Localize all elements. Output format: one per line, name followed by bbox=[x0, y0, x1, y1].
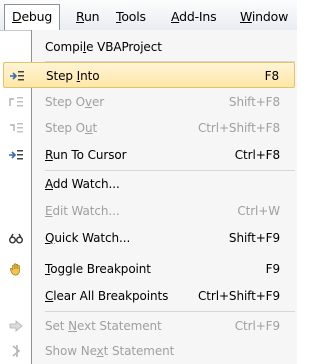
step-out-mnemonic: u bbox=[84, 121, 93, 135]
show-next-statement-icon bbox=[0, 338, 31, 364]
menu-tools[interactable]: Tools bbox=[116, 7, 146, 26]
menu-debug-post: ebug bbox=[21, 9, 53, 24]
run-to-cursor-icon bbox=[0, 142, 31, 168]
step-into-shortcut: F8 bbox=[264, 69, 279, 83]
menu-run-mnemonic: R bbox=[76, 9, 84, 24]
show-next-statement-post: t Statement bbox=[103, 344, 175, 358]
quick-watch-mnemonic: Q bbox=[45, 231, 55, 245]
compile-pre: Compi bbox=[45, 40, 83, 54]
menu-window-mnemonic: W bbox=[240, 9, 252, 24]
menu-item-set-next-statement[interactable]: Set Next Statement Ctrl+F9 bbox=[0, 313, 297, 339]
menu-add-ins[interactable]: Add-Ins bbox=[171, 7, 217, 26]
clear-all-breakpoints-post: lear All Breakpoints bbox=[53, 289, 169, 303]
step-over-label: Step Over bbox=[45, 89, 104, 115]
menu-bar: Debug Run Tools Add-Ins Window bbox=[0, 0, 297, 31]
menu-tools-post: ools bbox=[121, 9, 146, 24]
menu-item-edit-watch[interactable]: Edit Watch... Ctrl+W bbox=[0, 198, 297, 224]
menu-item-quick-watch[interactable]: Quick Watch... Shift+F9 bbox=[0, 225, 297, 251]
menu-item-toggle-breakpoint[interactable]: Toggle Breakpoint F9 bbox=[0, 256, 297, 282]
step-into-icon bbox=[1, 63, 32, 89]
step-over-post: er bbox=[92, 95, 105, 109]
separator bbox=[45, 311, 295, 312]
step-out-label: Step Out bbox=[45, 115, 97, 141]
compile-post: e VBAProject bbox=[86, 40, 162, 54]
clear-all-breakpoints-shortcut: Ctrl+Shift+F9 bbox=[198, 289, 280, 303]
toggle-breakpoint-icon bbox=[0, 256, 31, 282]
set-next-statement-post: ext Statement bbox=[77, 319, 162, 333]
step-out-post: t bbox=[92, 121, 98, 135]
menu-item-step-over[interactable]: Step Over Shift+F8 bbox=[0, 89, 297, 115]
set-next-statement-pre: Set bbox=[45, 319, 69, 333]
run-to-cursor-shortcut: Ctrl+F8 bbox=[234, 148, 280, 162]
menu-item-step-into[interactable]: Step Into F8 bbox=[3, 62, 295, 88]
menu-item-run-to-cursor[interactable]: Run To Cursor Ctrl+F8 bbox=[0, 142, 297, 168]
menu-run[interactable]: Run bbox=[76, 7, 100, 26]
show-next-statement-mnemonic: x bbox=[96, 344, 104, 358]
clear-all-breakpoints-label: Clear All Breakpoints bbox=[45, 283, 168, 309]
menu-debug[interactable]: Debug bbox=[4, 4, 61, 30]
edit-watch-shortcut: Ctrl+W bbox=[237, 204, 280, 218]
quick-watch-icon bbox=[0, 225, 31, 251]
menu-item-clear-all-breakpoints[interactable]: Clear All Breakpoints Ctrl+Shift+F9 bbox=[0, 283, 297, 309]
toggle-breakpoint-shortcut: F9 bbox=[265, 262, 280, 276]
set-next-statement-mnemonic: N bbox=[68, 319, 78, 333]
menu-add-ins-mnemonic: A bbox=[171, 9, 180, 24]
menu-item-show-next-statement[interactable]: Show Next Statement bbox=[0, 338, 297, 364]
step-over-shortcut: Shift+F8 bbox=[228, 95, 280, 109]
show-next-statement-label: Show Next Statement bbox=[45, 338, 174, 364]
step-over-pre: Step O bbox=[45, 95, 85, 109]
step-over-mnemonic: v bbox=[84, 95, 92, 109]
run-to-cursor-label: Run To Cursor bbox=[45, 142, 127, 168]
menu-add-ins-post: dd-Ins bbox=[179, 9, 217, 24]
menu-window[interactable]: Window bbox=[240, 7, 288, 26]
set-next-statement-shortcut: Ctrl+F9 bbox=[234, 319, 280, 333]
run-to-cursor-post: un To Cursor bbox=[52, 148, 127, 162]
add-watch-label: Add Watch... bbox=[45, 171, 120, 197]
toggle-breakpoint-label: Toggle Breakpoint bbox=[45, 256, 151, 282]
step-out-shortcut: Ctrl+Shift+F8 bbox=[198, 121, 280, 135]
step-into-label: Step Into bbox=[46, 63, 100, 89]
step-out-pre: Step O bbox=[45, 121, 85, 135]
menu-item-compile[interactable]: Compile VBAProject bbox=[0, 34, 297, 60]
set-next-statement-icon bbox=[0, 313, 31, 339]
step-out-icon bbox=[0, 115, 31, 141]
menu-run-post: un bbox=[83, 9, 100, 24]
menu-item-add-watch[interactable]: Add Watch... bbox=[0, 171, 297, 197]
toggle-breakpoint-post: oggle Breakpoint bbox=[50, 262, 151, 276]
edit-watch-label: Edit Watch... bbox=[45, 198, 120, 224]
step-into-pre: Step bbox=[46, 69, 77, 83]
quick-watch-post: uick Watch... bbox=[54, 231, 131, 245]
menu-window-post: indow bbox=[251, 9, 289, 24]
edit-watch-post: dit Watch... bbox=[52, 204, 120, 218]
set-next-statement-label: Set Next Statement bbox=[45, 313, 162, 339]
add-watch-post: dd Watch... bbox=[52, 177, 120, 191]
menu-item-step-out[interactable]: Step Out Ctrl+Shift+F8 bbox=[0, 115, 297, 141]
run-to-cursor-mnemonic: R bbox=[45, 148, 53, 162]
add-watch-mnemonic: A bbox=[45, 177, 53, 191]
show-next-statement-pre: Show Ne bbox=[45, 344, 97, 358]
quick-watch-shortcut: Shift+F9 bbox=[228, 231, 280, 245]
step-over-icon bbox=[0, 89, 31, 115]
step-into-post: nto bbox=[80, 69, 100, 83]
compile-label: Compile VBAProject bbox=[45, 34, 162, 60]
quick-watch-label: Quick Watch... bbox=[45, 225, 130, 251]
